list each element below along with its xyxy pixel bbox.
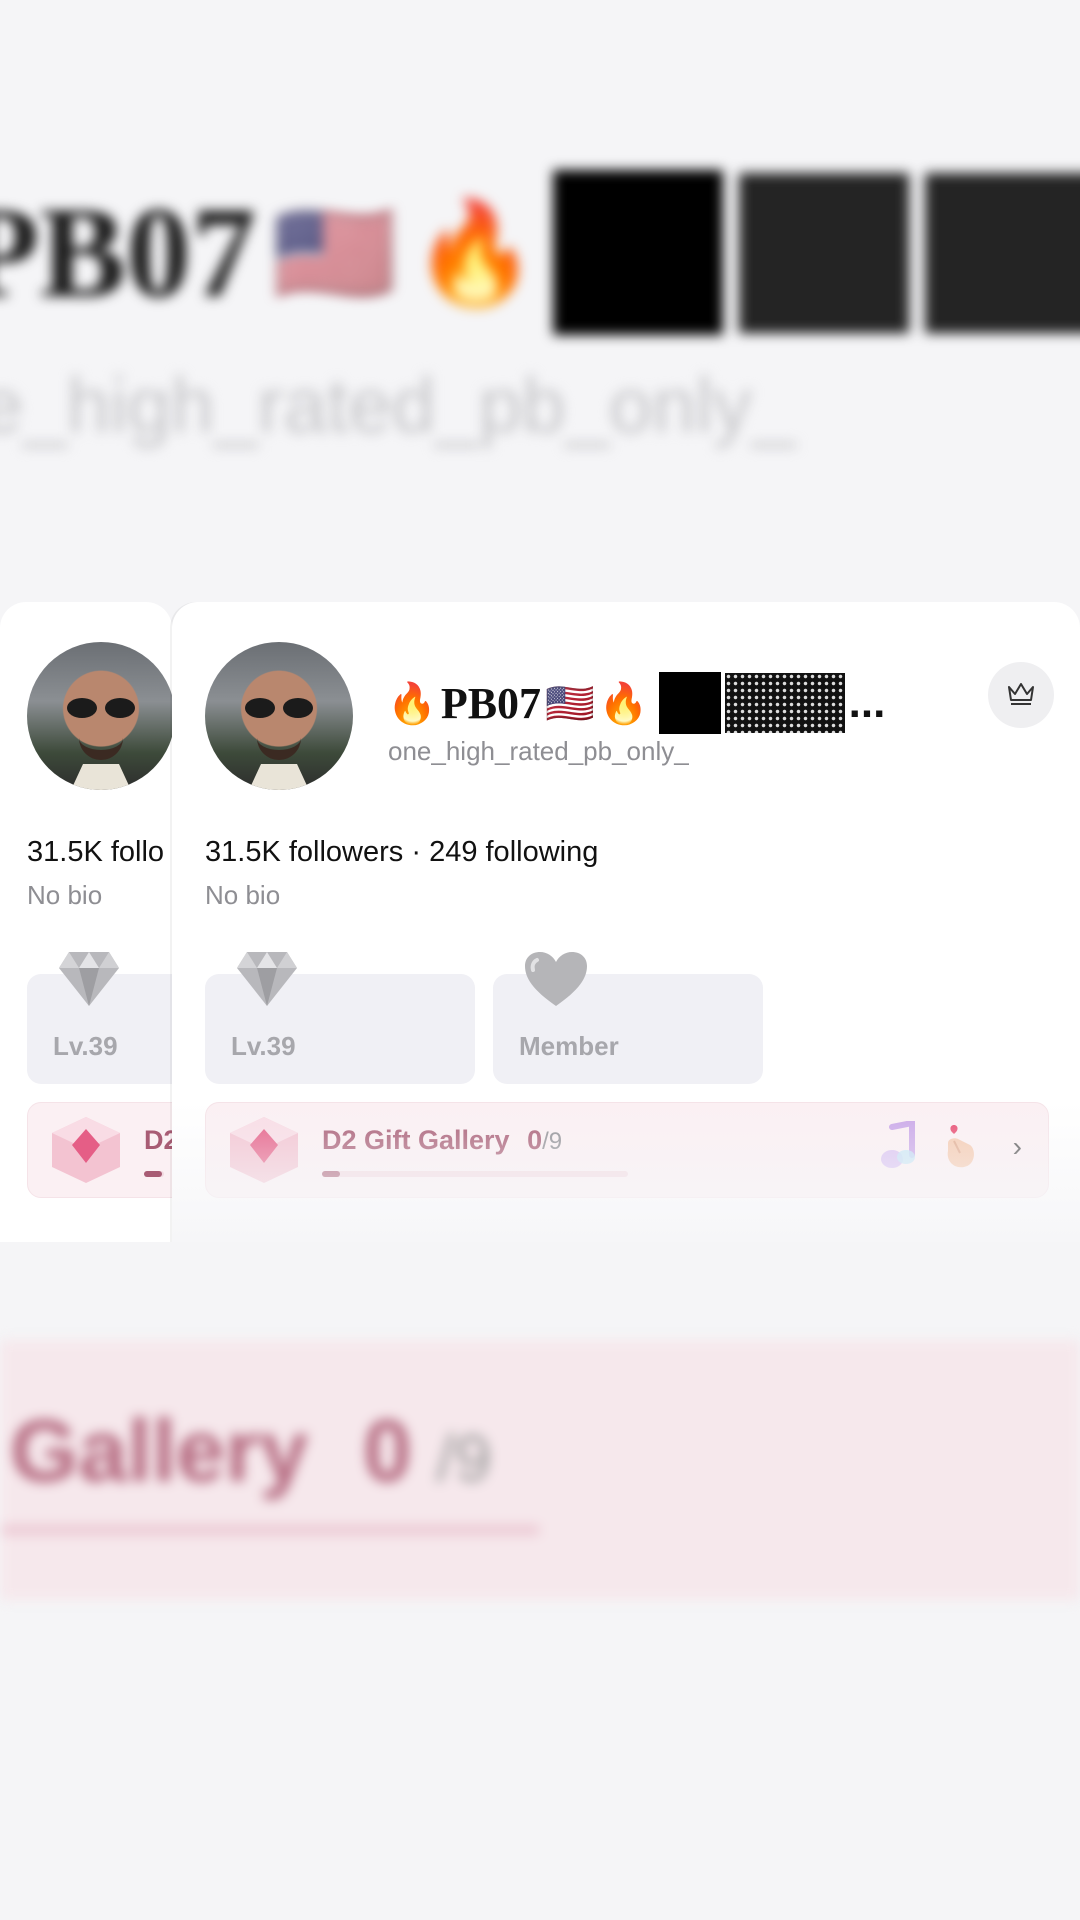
crown-icon	[1006, 680, 1036, 711]
bg-dotted-block	[739, 172, 910, 333]
follow-stats: 31.5K followers · 249 following	[205, 836, 598, 869]
gift-cube-icon	[50, 1115, 122, 1190]
gallery-progress-fill	[144, 1171, 162, 1177]
bg-gallery-count: 0	[362, 1401, 412, 1500]
heart-icon	[523, 950, 589, 1013]
beard-detail	[257, 730, 301, 760]
gallery-count: 0	[527, 1125, 543, 1155]
avatar[interactable]	[205, 642, 353, 790]
bg-gallery-total: /9	[436, 1421, 492, 1495]
redacted-block	[658, 672, 721, 734]
followers-stats: 31.5K follo	[27, 836, 165, 868]
bg-gallery-bar	[0, 1525, 540, 1535]
flag-emoji: 🇺🇸	[545, 680, 595, 727]
gallery-title: D2 Gift Gallery 0/9	[322, 1125, 562, 1156]
gallery-progress-track	[144, 1171, 164, 1177]
name-ellipsis: ...	[848, 678, 886, 727]
bg-gallery-word: Gallery	[10, 1401, 309, 1500]
sunglasses-detail	[67, 698, 135, 720]
member-badge[interactable]: Member	[493, 952, 763, 1084]
dotted-block	[724, 673, 845, 733]
username-handle: one_high_rated_pb_only_	[388, 736, 689, 766]
display-name-text: PB07	[440, 678, 542, 728]
display-name: 🔥 PB07 🇺🇸 🔥 ...	[387, 672, 885, 734]
bg-fire-emoji: 🔥	[412, 193, 538, 311]
diamond-icon	[57, 950, 121, 1013]
gift-gallery-row[interactable]: D2	[27, 1102, 172, 1198]
crown-button[interactable]	[988, 662, 1054, 728]
bio-text: No bio	[27, 880, 103, 910]
gallery-progress-fill	[322, 1171, 341, 1177]
finger-heart-gift-icon	[940, 1121, 980, 1176]
level-badge[interactable]: Lv.39	[205, 952, 475, 1084]
gallery-title: D2	[144, 1125, 172, 1155]
diamond-icon	[235, 950, 299, 1013]
sunglasses-detail	[245, 698, 313, 720]
profile-card[interactable]: 🔥 PB07 🇺🇸 🔥 ... one_high_rated_pb_only_ …	[172, 602, 1080, 1242]
bg-flag-emoji: 🇺🇸	[272, 193, 397, 311]
shirt-detail	[249, 764, 309, 790]
bg-display-name: PB07 🇺🇸 🔥	[0, 170, 1080, 335]
shirt-detail	[71, 764, 131, 790]
avatar[interactable]	[27, 642, 172, 790]
member-label: Member	[519, 1031, 619, 1061]
bg-name-text: PB07	[0, 180, 257, 325]
bg-dotted-block-2	[925, 172, 1080, 333]
profile-card-back[interactable]: 31.5K follo No bio Lv.39 D2	[0, 602, 172, 1242]
gift-gallery-row[interactable]: D2 Gift Gallery 0/9 ›	[205, 1102, 1049, 1198]
bg-gallery-text: Gallery 0 /9	[10, 1400, 491, 1502]
gallery-progress-track	[322, 1171, 628, 1177]
following-count[interactable]: 249 following	[429, 836, 598, 868]
fire-emoji: 🔥	[387, 680, 437, 727]
followers-count[interactable]: 31.5K followers	[205, 836, 403, 868]
gift-cube-icon	[228, 1115, 300, 1190]
chevron-right-icon[interactable]: ›	[1013, 1131, 1022, 1163]
gallery-title-text: D2 Gift Gallery	[322, 1125, 510, 1155]
music-note-gift-icon	[878, 1119, 920, 1176]
bg-handle: e_high_rated_pb_only_	[0, 361, 796, 449]
gallery-total: /9	[542, 1128, 563, 1155]
fire-emoji-2: 🔥	[598, 680, 649, 727]
level-badge[interactable]: Lv.39	[27, 952, 172, 1084]
bio-text: No bio	[205, 880, 281, 910]
beard-detail	[79, 730, 123, 760]
level-label: Lv.39	[231, 1031, 296, 1061]
bg-redacted-block	[553, 170, 724, 335]
gift-previews	[878, 1119, 980, 1176]
level-label: Lv.39	[53, 1031, 118, 1061]
stats-separator: ·	[403, 836, 430, 868]
